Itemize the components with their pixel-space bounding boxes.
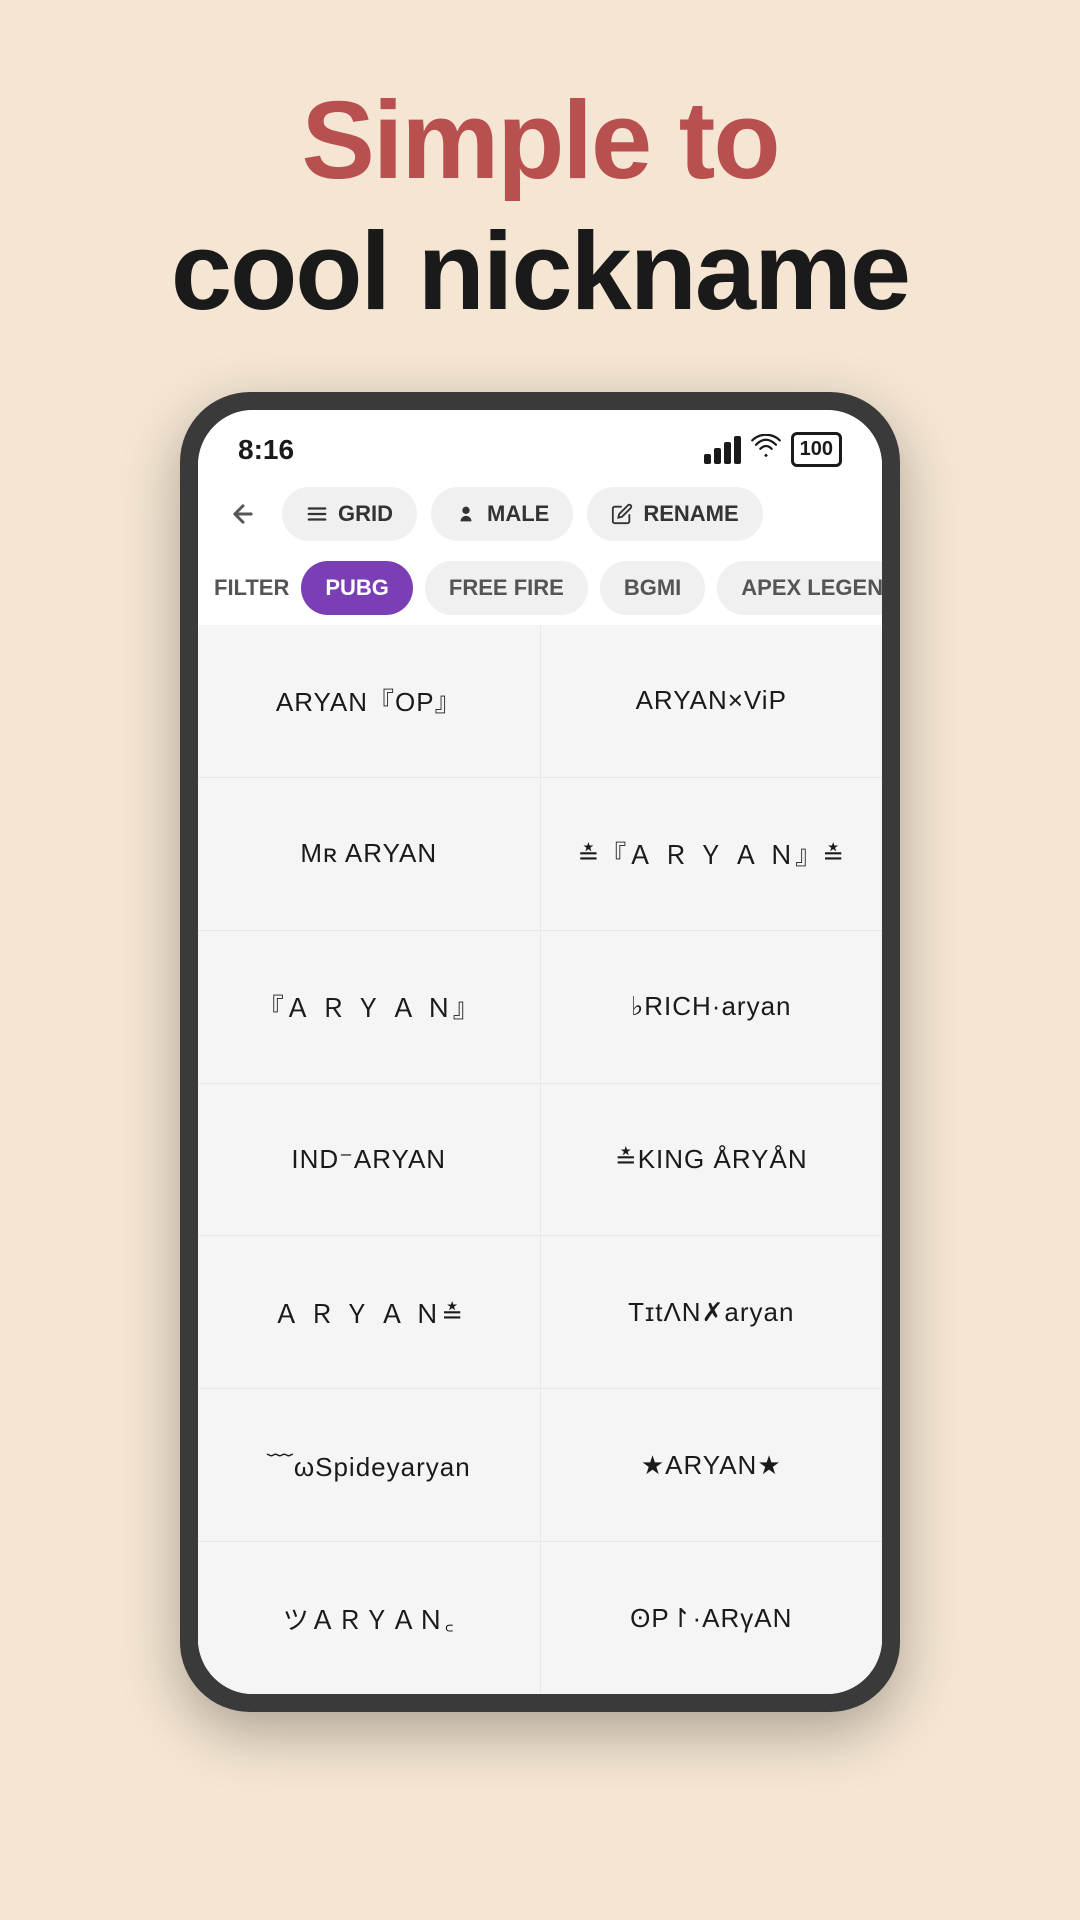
nickname-cell-5[interactable]: ♭RICH·aryan [541,931,883,1083]
nickname-cell-7[interactable]: ≛KING ÅRYÅN [541,1084,883,1236]
header-line1: Simple to [171,80,909,201]
signal-icon [704,436,741,464]
nickname-text-7: ≛KING ÅRYÅN [615,1144,808,1175]
nickname-cell-12[interactable]: ツＡＲＹＡＮ꜀ [198,1542,540,1694]
nickname-cell-4[interactable]: 『Ａ Ｒ Ｙ Ａ Ｎ』 [198,931,540,1083]
filter-bar: FILTER PUBG FREE FIRE BGMI APEX LEGEND [198,551,882,625]
nickname-text-12: ツＡＲＹＡＮ꜀ [283,1600,455,1637]
nickname-cell-3[interactable]: ≛『Ａ Ｒ Ｙ Ａ Ｎ』≛ [541,778,883,930]
grid-chip[interactable]: GRID [282,487,417,541]
page-wrapper: Simple to cool nickname 8:16 [0,0,1080,1920]
nickname-cell-10[interactable]: ﹋ωSpideyaryan [198,1389,540,1541]
nickname-text-4: 『Ａ Ｒ Ｙ Ａ Ｎ』 [258,988,480,1025]
phone-screen: 8:16 [198,410,882,1694]
nickname-cell-1[interactable]: ARYAN×ViP [541,625,883,777]
battery-icon: 100 [791,432,842,467]
nickname-grid: ARYAN『OP』 ARYAN×ViP Mʀ ARYAN ≛『Ａ Ｒ Ｙ Ａ Ｎ』≛ 『… [198,625,882,1694]
nickname-text-3: ≛『Ａ Ｒ Ｙ Ａ Ｎ』≛ [578,835,845,872]
phone-mockup: 8:16 [180,392,900,1712]
filter-pubg[interactable]: PUBG [301,561,413,615]
status-bar: 8:16 [198,410,882,477]
nickname-cell-9[interactable]: TɪtΛN✗aryan [541,1236,883,1388]
nickname-text-0: ARYAN『OP』 [276,682,462,719]
nickname-text-6: IND⁻ARYAN [291,1144,446,1175]
nickname-cell-6[interactable]: IND⁻ARYAN [198,1084,540,1236]
header-line2: cool nickname [171,211,909,332]
nickname-cell-11[interactable]: ★ARYAN★ [541,1389,883,1541]
nickname-text-5: ♭RICH·aryan [631,991,792,1022]
filter-label: FILTER [214,575,289,601]
nickname-cell-0[interactable]: ARYAN『OP』 [198,625,540,777]
nickname-cell-8[interactable]: Ａ Ｒ Ｙ Ａ Ｎ≛ [198,1236,540,1388]
back-button[interactable] [218,489,268,539]
nickname-cell-13[interactable]: ʘΡ↾·ARγAN [541,1542,883,1694]
nickname-text-9: TɪtΛN✗aryan [628,1297,794,1328]
filter-bgmi[interactable]: BGMI [600,561,705,615]
rename-chip[interactable]: RENAME [587,487,762,541]
status-icons: 100 [704,432,842,467]
nickname-text-2: Mʀ ARYAN [300,838,437,869]
nickname-cell-2[interactable]: Mʀ ARYAN [198,778,540,930]
nickname-text-1: ARYAN×ViP [636,685,787,716]
nickname-text-13: ʘΡ↾·ARγAN [630,1603,792,1634]
nickname-text-10: ﹋ωSpideyaryan [267,1447,471,1484]
nav-bar: GRID MALE RENAME [198,477,882,551]
nickname-text-11: ★ARYAN★ [641,1450,782,1481]
header-text: Simple to cool nickname [171,80,909,332]
filter-apex[interactable]: APEX LEGEND [717,561,882,615]
wifi-icon [751,434,781,465]
nickname-text-8: Ａ Ｒ Ｙ Ａ Ｎ≛ [273,1294,464,1331]
status-time: 8:16 [238,434,294,466]
male-chip[interactable]: MALE [431,487,573,541]
filter-freefire[interactable]: FREE FIRE [425,561,588,615]
